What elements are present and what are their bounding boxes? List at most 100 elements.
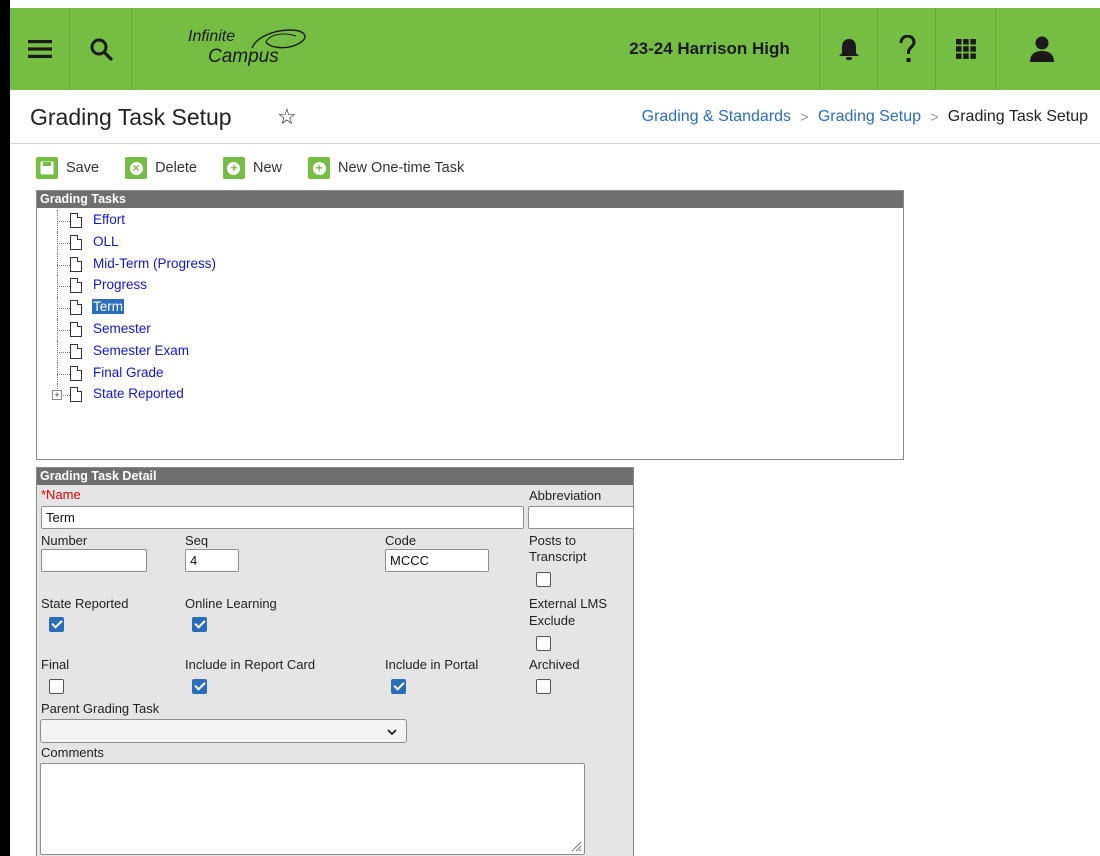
menu-icon [27,40,52,58]
infinite-campus-logo[interactable]: Infinite Campus [186,22,326,72]
parent-grading-task-select[interactable] [40,719,407,743]
tree-item-label[interactable]: Term [92,299,124,315]
logo-text-line1: Infinite [188,28,235,45]
include-in-portal-checkbox[interactable] [391,679,406,694]
online-learning-checkbox[interactable] [192,617,207,632]
breadcrumb: Grading & Standards > Grading Setup > Gr… [642,108,1088,126]
new-label: New [252,160,282,176]
tree-branch-line [57,264,70,266]
seq-field[interactable]: 4 [185,549,239,572]
tree-item-label[interactable]: State Reported [92,386,185,401]
document-icon [70,234,82,250]
expand-plus-icon[interactable]: + [52,390,62,401]
chevron-down-icon [387,729,397,736]
breadcrumb-separator: > [800,108,809,126]
new-one-time-task-label: New One-time Task [338,160,465,176]
final-label: Final [41,657,70,672]
tree-item[interactable]: Mid-Term (Progress) [37,253,903,276]
notifications-button[interactable] [820,8,878,90]
help-button[interactable] [878,8,936,90]
tree-branch-line [57,373,70,375]
document-icon [70,343,82,359]
tree-item[interactable]: Semester Exam [37,340,903,363]
tree-item[interactable]: Semester [37,318,903,341]
delete-icon: × [125,157,148,179]
document-icon [70,213,82,228]
page-title: Grading Task Setup [30,104,232,130]
tree-item-label[interactable]: Mid-Term (Progress) [92,256,217,271]
posts-to-transcript-checkbox[interactable] [536,572,551,587]
tree-item[interactable]: Term [37,297,903,319]
add-icon: + [222,157,245,179]
breadcrumb-grading-standards[interactable]: Grading & Standards [642,108,791,126]
tree-item-label[interactable]: Effort [92,212,126,227]
name-field[interactable]: Term [41,506,524,529]
state-reported-checkbox[interactable] [49,617,64,632]
save-label: Save [66,160,100,176]
user-menu-button[interactable] [996,8,1100,90]
final-checkbox[interactable] [49,679,64,694]
tree-item-label[interactable]: Final Grade [92,365,165,380]
tree-item-label[interactable]: OLL [92,234,120,249]
grading-tasks-tree: Effort OLL Mid-Term (Progress) Progress Term… [37,208,903,406]
logo-text-line2: Campus [208,46,279,67]
comments-label: Comments [41,745,104,760]
new-one-time-task-button[interactable]: + New One-time Task [308,157,464,179]
school-selector[interactable]: 23-24 Harrison High [600,8,820,90]
tree-item[interactable]: Progress [37,275,903,298]
resize-handle-icon[interactable] [570,840,582,852]
comments-textarea[interactable] [40,763,585,855]
name-label: *Name [41,487,81,502]
breadcrumb-current: Grading Task Setup [947,108,1088,125]
posts-to-transcript-label-1: Posts to [529,533,576,548]
tree-branch-line [57,221,70,222]
save-icon [36,157,58,179]
code-label: Code [385,533,417,548]
tree-item[interactable]: OLL [37,231,903,254]
tree-item[interactable]: + State Reported [37,384,903,406]
document-icon [70,256,82,272]
delete-button[interactable]: × Delete [125,157,197,179]
abbreviation-label: Abbreviation [529,488,602,503]
number-field[interactable] [41,549,147,572]
favorite-star-icon[interactable]: ☆ [277,104,297,130]
parent-grading-task-label: Parent Grading Task [41,701,160,716]
menu-button[interactable] [10,8,70,90]
archived-checkbox[interactable] [536,679,551,694]
seq-label: Seq [185,533,209,548]
document-icon [70,278,82,294]
tree-branch-line [57,351,70,353]
delete-label: Delete [155,160,197,176]
external-lms-label-1: External LMS [529,596,608,611]
include-in-portal-label: Include in Portal [385,657,479,672]
page-header: Grading Task Setup ☆ Grading & Standards… [10,90,1100,144]
bell-icon [838,39,859,60]
tree-item-label[interactable]: Semester [92,321,152,336]
external-lms-exclude-checkbox[interactable] [536,636,551,651]
tree-item-label[interactable]: Semester Exam [92,343,190,358]
window-border [0,0,10,856]
grading-tasks-header: Grading Tasks [37,191,903,208]
abbreviation-field[interactable] [528,506,634,529]
breadcrumb-grading-setup[interactable]: Grading Setup [818,108,921,126]
tree-item-label[interactable]: Progress [92,277,148,292]
external-lms-label-2: Exclude [529,613,576,628]
state-reported-label: State Reported [41,596,129,611]
posts-to-transcript-label-2: Transcript [529,549,587,564]
apps-button[interactable] [936,8,996,90]
tree-item[interactable]: Effort [37,210,903,232]
add-icon: + [308,157,330,179]
top-navigation-bar: Infinite Campus 23-24 Harrison High [10,8,1100,90]
include-in-report-card-checkbox[interactable] [192,679,207,694]
code-field[interactable]: MCCC [385,549,489,572]
document-icon [70,387,82,403]
document-icon [70,365,82,381]
save-button[interactable]: Save [36,157,99,179]
tree-item[interactable]: Final Grade [37,362,903,385]
new-button[interactable]: + New [222,157,282,179]
search-button[interactable] [70,8,132,90]
search-icon [90,38,113,61]
grading-task-detail-header: Grading Task Detail [37,468,633,485]
help-icon [899,35,916,62]
document-icon [70,300,82,316]
